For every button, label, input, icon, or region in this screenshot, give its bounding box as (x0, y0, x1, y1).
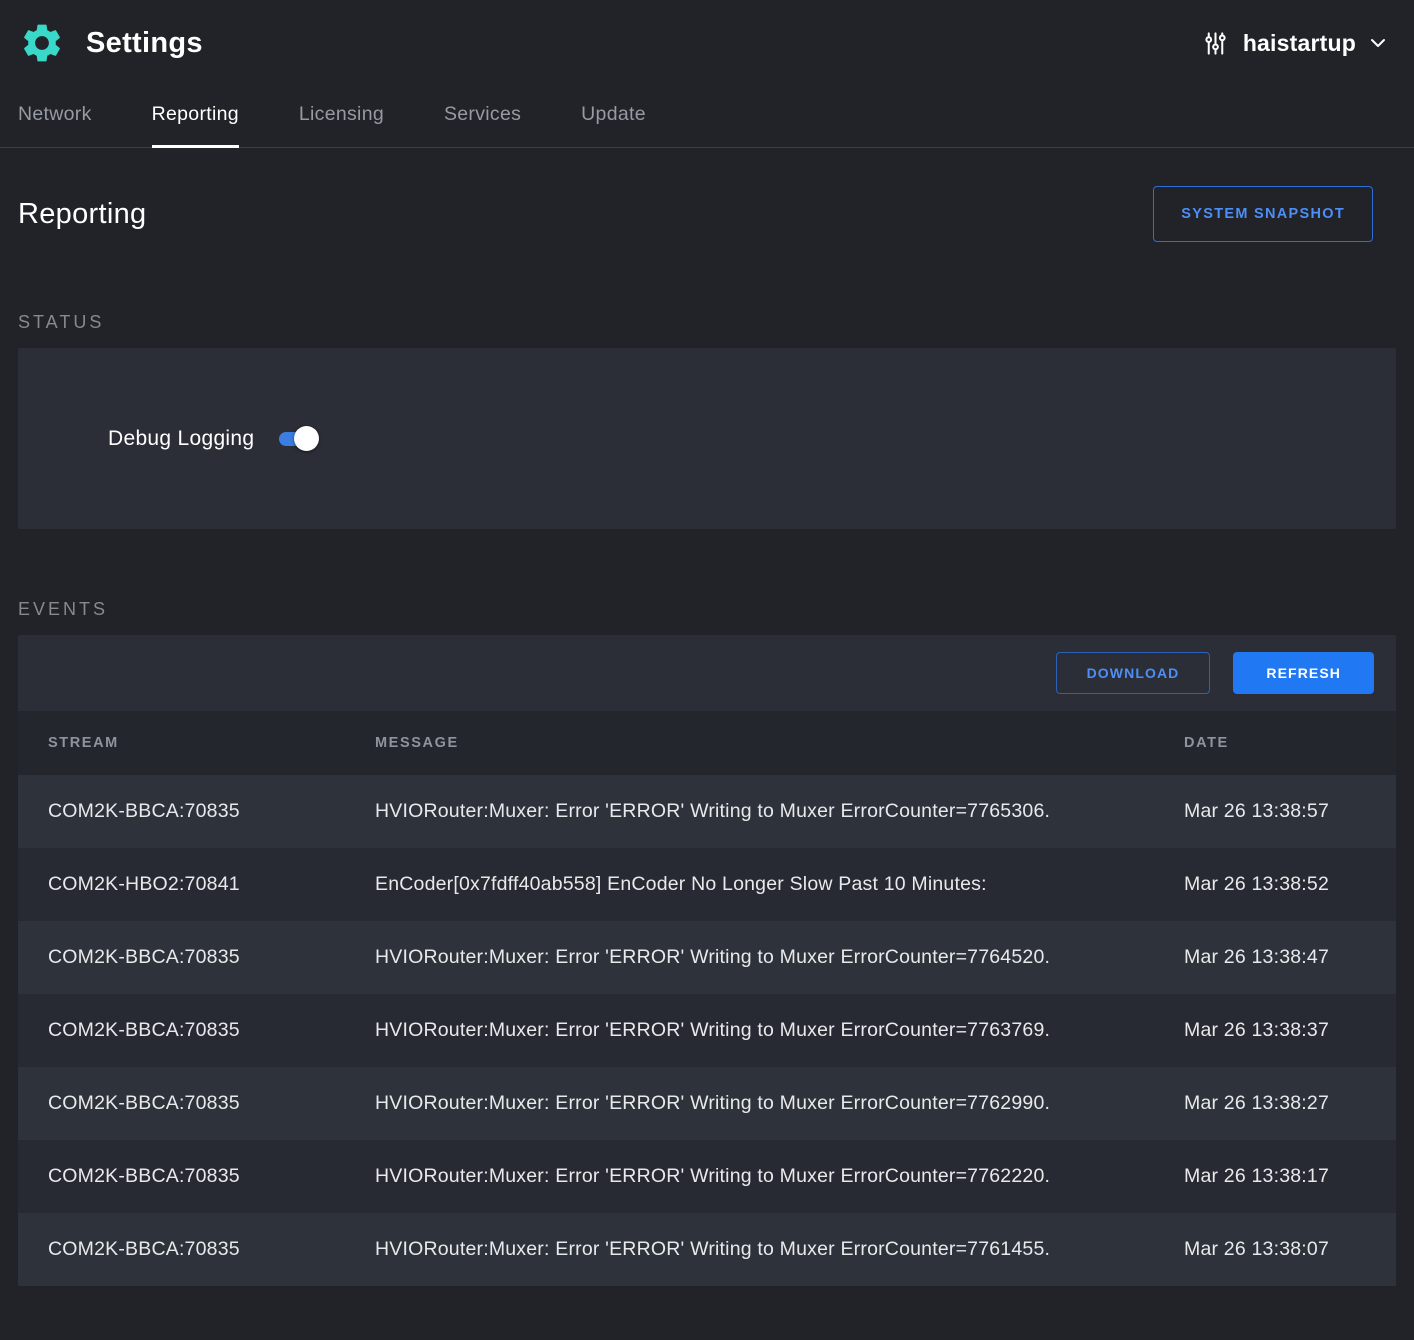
message-cell: HVIORouter:Muxer: Error 'ERROR' Writing … (375, 1238, 1184, 1261)
tab-label: Reporting (152, 103, 239, 125)
app-header: Settings haistartup (0, 0, 1414, 81)
column-header-message: MESSAGE (375, 735, 1184, 751)
message-cell: EnCoder[0x7fdff40ab558] EnCoder No Longe… (375, 873, 1184, 896)
message-cell: HVIORouter:Muxer: Error 'ERROR' Writing … (375, 1092, 1184, 1115)
table-row[interactable]: COM2K-BBCA:70835 HVIORouter:Muxer: Error… (18, 994, 1396, 1067)
stream-cell: COM2K-BBCA:70835 (48, 800, 375, 823)
tab[interactable]: Reporting (152, 81, 239, 147)
table-row[interactable]: COM2K-HBO2:70841 EnCoder[0x7fdff40ab558]… (18, 848, 1396, 921)
status-card: Debug Logging (18, 348, 1396, 529)
table-row[interactable]: COM2K-BBCA:70835 HVIORouter:Muxer: Error… (18, 775, 1396, 848)
app-title: Settings (86, 27, 203, 60)
stream-cell: COM2K-BBCA:70835 (48, 946, 375, 969)
refresh-button[interactable]: REFRESH (1233, 652, 1374, 694)
date-cell: Mar 26 13:38:47 (1184, 946, 1374, 969)
chevron-down-icon (1370, 38, 1386, 48)
account-menu[interactable]: haistartup (1202, 30, 1386, 57)
tab[interactable]: Services (444, 81, 521, 147)
events-table-body: COM2K-BBCA:70835 HVIORouter:Muxer: Error… (18, 775, 1396, 1286)
tab-label: Services (444, 103, 521, 125)
events-section-label: EVENTS (18, 599, 1396, 620)
message-cell: HVIORouter:Muxer: Error 'ERROR' Writing … (375, 946, 1184, 969)
tab-label: Update (581, 103, 646, 125)
debug-logging-row: Debug Logging (108, 427, 316, 451)
debug-logging-label: Debug Logging (108, 427, 254, 451)
date-cell: Mar 26 13:38:07 (1184, 1238, 1374, 1261)
tab-label: Network (18, 103, 92, 125)
events-card: DOWNLOAD REFRESH STREAM MESSAGE DATE COM… (18, 635, 1396, 1286)
message-cell: HVIORouter:Muxer: Error 'ERROR' Writing … (375, 1165, 1184, 1188)
stream-cell: COM2K-BBCA:70835 (48, 1165, 375, 1188)
stream-cell: COM2K-BBCA:70835 (48, 1092, 375, 1115)
stream-cell: COM2K-HBO2:70841 (48, 873, 375, 896)
account-name: haistartup (1243, 30, 1356, 57)
events-table-header: STREAM MESSAGE DATE (18, 711, 1396, 775)
settings-gear-icon (18, 19, 66, 67)
tab[interactable]: Update (581, 81, 646, 147)
date-cell: Mar 26 13:38:37 (1184, 1019, 1374, 1042)
stream-cell: COM2K-BBCA:70835 (48, 1238, 375, 1261)
stream-cell: COM2K-BBCA:70835 (48, 1019, 375, 1042)
date-cell: Mar 26 13:38:27 (1184, 1092, 1374, 1115)
sliders-icon (1202, 30, 1229, 57)
tab[interactable]: Network (18, 81, 92, 147)
status-section-label: STATUS (18, 312, 1396, 333)
message-cell: HVIORouter:Muxer: Error 'ERROR' Writing … (375, 800, 1184, 823)
column-header-date: DATE (1184, 735, 1374, 751)
message-cell: HVIORouter:Muxer: Error 'ERROR' Writing … (375, 1019, 1184, 1042)
table-row[interactable]: COM2K-BBCA:70835 HVIORouter:Muxer: Error… (18, 1213, 1396, 1286)
column-header-stream: STREAM (48, 735, 375, 751)
debug-logging-toggle[interactable] (279, 432, 316, 446)
download-button[interactable]: DOWNLOAD (1056, 652, 1211, 694)
table-row[interactable]: COM2K-BBCA:70835 HVIORouter:Muxer: Error… (18, 1067, 1396, 1140)
table-row[interactable]: COM2K-BBCA:70835 HVIORouter:Muxer: Error… (18, 1140, 1396, 1213)
date-cell: Mar 26 13:38:57 (1184, 800, 1374, 823)
page-head: Reporting SYSTEM SNAPSHOT (0, 148, 1414, 242)
page-title: Reporting (18, 198, 146, 231)
system-snapshot-button[interactable]: SYSTEM SNAPSHOT (1153, 186, 1373, 242)
tab-bar: Network Reporting Licensing Services Upd… (0, 81, 1414, 148)
tab[interactable]: Licensing (299, 81, 384, 147)
date-cell: Mar 26 13:38:52 (1184, 873, 1374, 896)
tab-label: Licensing (299, 103, 384, 125)
date-cell: Mar 26 13:38:17 (1184, 1165, 1374, 1188)
events-toolbar: DOWNLOAD REFRESH (18, 635, 1396, 711)
table-row[interactable]: COM2K-BBCA:70835 HVIORouter:Muxer: Error… (18, 921, 1396, 994)
